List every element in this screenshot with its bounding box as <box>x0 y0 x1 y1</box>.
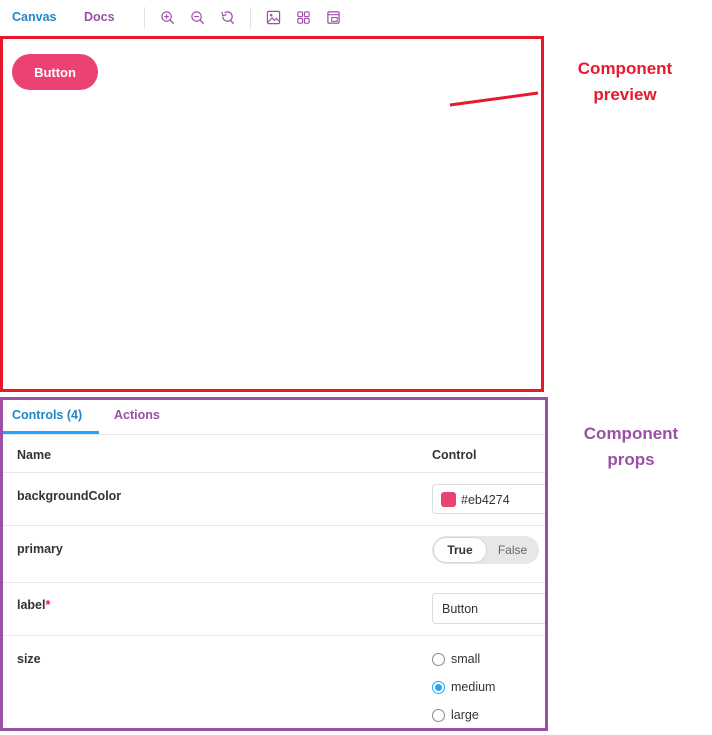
tab-docs[interactable]: Docs <box>84 10 115 24</box>
annotation-props-line2: props <box>607 450 655 469</box>
row-divider <box>3 525 545 526</box>
annotation-component-preview: Component preview <box>572 56 678 108</box>
toolbar: Canvas Docs <box>0 0 712 36</box>
prop-name-label: label* <box>17 598 50 612</box>
color-swatch[interactable] <box>441 492 456 507</box>
toggle-true-option[interactable]: True <box>434 538 486 562</box>
zoom-in-icon[interactable] <box>160 10 175 25</box>
preview-button[interactable]: Button <box>12 54 98 90</box>
prop-name-label-text: label <box>17 598 46 612</box>
row-divider <box>3 582 545 583</box>
radio-button-small[interactable] <box>432 653 445 666</box>
radio-label-medium: medium <box>451 680 496 694</box>
color-picker-input[interactable]: #eb4274 <box>432 484 545 514</box>
toolbar-divider <box>250 7 251 29</box>
column-header-name: Name <box>17 448 52 462</box>
column-header-control: Control <box>432 448 477 462</box>
tab-canvas[interactable]: Canvas <box>12 10 56 24</box>
component-props-panel: Controls (4) Actions Name Control backgr… <box>0 397 548 731</box>
prop-name-primary: primary <box>17 542 63 556</box>
annotation-preview-line2: preview <box>593 85 657 104</box>
prop-name-size: size <box>17 652 41 666</box>
radio-label-small: small <box>451 652 481 666</box>
toolbar-divider <box>144 7 145 29</box>
background-icon[interactable] <box>266 10 281 25</box>
row-divider <box>3 472 545 473</box>
annotation-props-line1: Component <box>583 424 679 443</box>
boolean-toggle[interactable]: True False <box>432 536 539 564</box>
radio-label-large: large <box>451 708 479 722</box>
tab-actions[interactable]: Actions <box>114 408 160 422</box>
row-divider <box>3 635 545 636</box>
toggle-false-option[interactable]: False <box>488 538 537 562</box>
label-text-input[interactable] <box>432 593 545 624</box>
radio-button-medium[interactable] <box>432 681 445 694</box>
annotation-component-props: Component props <box>572 421 690 473</box>
viewport-icon[interactable] <box>326 10 341 25</box>
prop-name-backgroundcolor: backgroundColor <box>17 489 122 503</box>
grid-icon[interactable] <box>296 10 311 25</box>
color-value: #eb4274 <box>461 493 510 507</box>
annotation-pointer-line <box>449 91 539 107</box>
radio-button-large[interactable] <box>432 709 445 722</box>
props-tabs: Controls (4) Actions <box>3 400 545 435</box>
tab-controls[interactable]: Controls (4) <box>12 408 82 422</box>
zoom-out-icon[interactable] <box>190 10 205 25</box>
required-marker: * <box>45 598 51 612</box>
active-tab-indicator <box>3 431 99 434</box>
annotation-preview-line1: Component <box>577 59 673 78</box>
reset-zoom-icon[interactable] <box>220 10 235 25</box>
